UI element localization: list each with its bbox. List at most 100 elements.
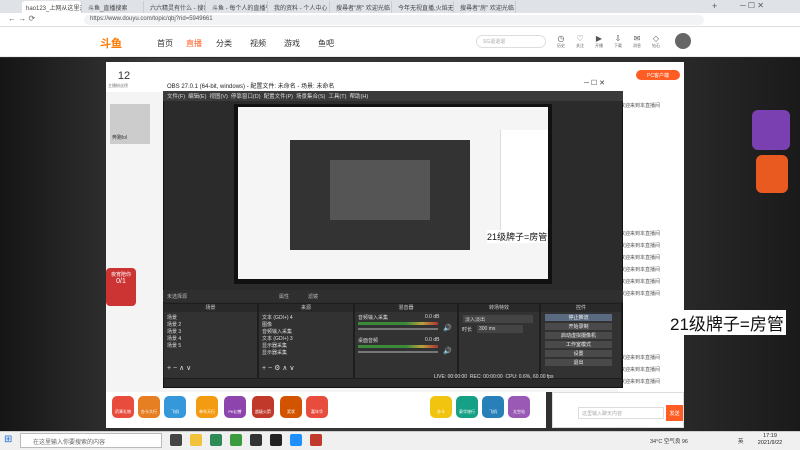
gift-item[interactable]: 单车天行 <box>196 396 218 418</box>
duration-field[interactable]: 300 ms <box>477 325 523 333</box>
virtual-camera-button[interactable]: 启动虚拟摄像机 <box>545 332 612 339</box>
browser-tab[interactable]: 搜尋者"房" 欢迎光临 <box>332 1 392 13</box>
gift-item[interactable]: 奖状 <box>280 396 302 418</box>
weather-tray[interactable]: 34°C 空气良 96 <box>650 437 688 445</box>
user-avatar[interactable] <box>675 33 691 49</box>
edge-icon[interactable] <box>290 434 302 446</box>
nav-live[interactable]: 直播 <box>186 38 202 49</box>
pc-client-badge[interactable]: PC客户端 <box>636 70 680 80</box>
stop-streaming-button[interactable]: 停止推流 <box>545 314 612 321</box>
url-field[interactable]: https://www.douyu.com/topic/qbj?rid=5949… <box>84 15 704 25</box>
diamond-icon[interactable]: ◇ 钻石 <box>650 34 662 49</box>
exit-button[interactable]: 退出 <box>545 359 612 366</box>
source-item[interactable]: 文本 (GDI+) 4 <box>262 314 293 321</box>
filters-button[interactable]: 滤镜 <box>308 293 318 300</box>
gift-item[interactable]: 飞机 <box>482 396 504 418</box>
gift-item[interactable]: 飞机 <box>164 396 186 418</box>
menu-scene-collection[interactable]: 场景集合(S) <box>296 94 325 100</box>
menu-edit[interactable]: 编辑(E) <box>188 94 206 100</box>
obs-taskbar-icon[interactable] <box>250 434 262 446</box>
scene-item[interactable]: 场景 2 <box>167 321 181 328</box>
scene-item[interactable]: 场景 5 <box>167 342 181 349</box>
task-view-icon[interactable] <box>170 434 182 446</box>
start-recording-button[interactable]: 开始录制 <box>545 323 612 330</box>
volume-slider[interactable] <box>358 328 438 330</box>
settings-button[interactable]: 设置 <box>545 350 612 357</box>
back-icon[interactable]: ← → ⟳ <box>8 14 35 23</box>
browser-tab[interactable]: 今年无视直播,火焰无视直播 <box>394 1 454 13</box>
source-item[interactable]: 文本 (GDI+) 3 <box>262 335 293 342</box>
nav-game[interactable]: 游戏 <box>284 38 300 49</box>
input-method-indicator[interactable]: 英 <box>738 437 744 445</box>
chat-line: 欢迎来到本直播间 <box>620 291 661 297</box>
windows-start-icon[interactable]: ⊞ <box>4 434 12 445</box>
app-icon[interactable] <box>230 434 242 446</box>
source-add-remove-buttons[interactable]: + − ⚙ ∧ ∨ <box>262 364 294 372</box>
obs-window-controls[interactable]: ─ ☐ ✕ <box>584 79 605 87</box>
chat-line: 欢迎来到本直播间 <box>620 279 661 285</box>
source-item[interactable]: 图像 <box>262 321 272 328</box>
browser-tab[interactable]: 六六精灵有什么 - 搜索 <box>146 1 206 13</box>
side-banner-icon[interactable] <box>752 110 790 150</box>
browser-tab[interactable]: 我的资料 - 个人中心 - 斗鱼 <box>270 1 330 13</box>
gift-item[interactable]: PK幻兽 <box>224 396 246 418</box>
taskbar-search-input[interactable]: 在这里输入你要搜索的内容 <box>20 433 162 448</box>
source-item[interactable]: 显示器采集 <box>262 342 287 349</box>
obs-taskbar-icon[interactable] <box>270 434 282 446</box>
follow-icon[interactable]: ♡ 关注 <box>574 34 586 49</box>
menu-file[interactable]: 文件(F) <box>167 94 185 100</box>
gift-item[interactable]: 办卡大行 <box>138 396 160 418</box>
gift-item[interactable]: 嘉年华 <box>306 396 328 418</box>
browser-tab[interactable]: 斗鱼_直播搜索 <box>84 1 144 13</box>
volume-slider[interactable] <box>358 351 438 353</box>
scene-item[interactable]: 场景 3 <box>167 328 181 335</box>
menu-view[interactable]: 视图(V) <box>210 94 228 100</box>
source-item[interactable]: 音频输入采集 <box>262 328 292 335</box>
site-logo[interactable]: 斗鱼 <box>100 35 122 51</box>
scene-item[interactable]: 场景 <box>167 314 177 321</box>
download-icon[interactable]: ⇩ 下载 <box>612 34 624 49</box>
scenes-dock-title: 场景 <box>164 304 257 312</box>
scene-add-remove-buttons[interactable]: + − ∧ ∨ <box>167 364 191 372</box>
menu-docks[interactable]: 停靠窗口(D) <box>231 94 261 100</box>
app-icon[interactable] <box>210 434 222 446</box>
scene-item[interactable]: 场景 4 <box>167 335 181 342</box>
history-icon[interactable]: ◷ 历史 <box>555 34 567 49</box>
studio-mode-button[interactable]: 工作室模式 <box>545 341 612 348</box>
side-gift-icon[interactable] <box>756 155 788 193</box>
properties-button[interactable]: 属性 <box>279 293 289 300</box>
gift-item[interactable]: 豪华旅行 <box>456 396 478 418</box>
nav-video[interactable]: 视频 <box>250 38 266 49</box>
message-icon[interactable]: ✉ 消息 <box>631 34 643 49</box>
stream-caption: 21级牌子=房管 <box>668 310 786 335</box>
source-item[interactable]: 显示器采集 <box>262 349 287 356</box>
broadcast-icon[interactable]: ▶ 开播 <box>593 34 605 49</box>
nav-home[interactable]: 首页 <box>157 38 173 49</box>
mute-icon[interactable]: 🔊 <box>443 324 452 332</box>
nav-fishbar[interactable]: 鱼吧 <box>318 38 334 49</box>
gift-item[interactable]: 药膏礼物 <box>112 396 134 418</box>
send-button[interactable]: 发送 <box>666 405 683 421</box>
menu-tools[interactable]: 工具(T) <box>328 94 346 100</box>
menu-profile[interactable]: 配置文件(P) <box>264 94 293 100</box>
chat-input[interactable]: 这里输入聊天内容 <box>578 407 664 419</box>
chat-line: 欢迎来到本直播间 <box>620 367 661 373</box>
gift-item[interactable]: 办卡 <box>430 396 452 418</box>
file-explorer-icon[interactable] <box>190 434 202 446</box>
new-tab-button[interactable]: + <box>712 1 717 11</box>
browser-tab[interactable]: 搜尋者"房" 欢迎光临 <box>456 1 516 13</box>
live-timer: LIVE: 00:00:00 <box>434 374 468 380</box>
mute-icon[interactable]: 🔊 <box>443 347 452 355</box>
gift-item[interactable]: 太空站 <box>508 396 530 418</box>
transition-select[interactable]: 淡入淡出 <box>463 315 533 323</box>
window-controls[interactable]: ─ ☐ ✕ <box>740 1 764 10</box>
browser-tab[interactable]: hao123_上网从这里开始 <box>22 1 82 13</box>
nav-category[interactable]: 分类 <box>216 38 232 49</box>
app-icon[interactable] <box>310 434 322 446</box>
browser-tab[interactable]: 斗鱼 - 每个人的直播平台 <box>208 1 268 13</box>
promo-widget[interactable]: 夜宵陪你 0/1 <box>106 268 136 306</box>
menu-help[interactable]: 帮助(H) <box>350 94 369 100</box>
gift-item[interactable]: 超级火箭 <box>252 396 274 418</box>
taskbar-clock[interactable]: 17:19 2021/9/22 <box>754 433 786 447</box>
site-search-input[interactable]: SG退退退 <box>476 35 546 48</box>
